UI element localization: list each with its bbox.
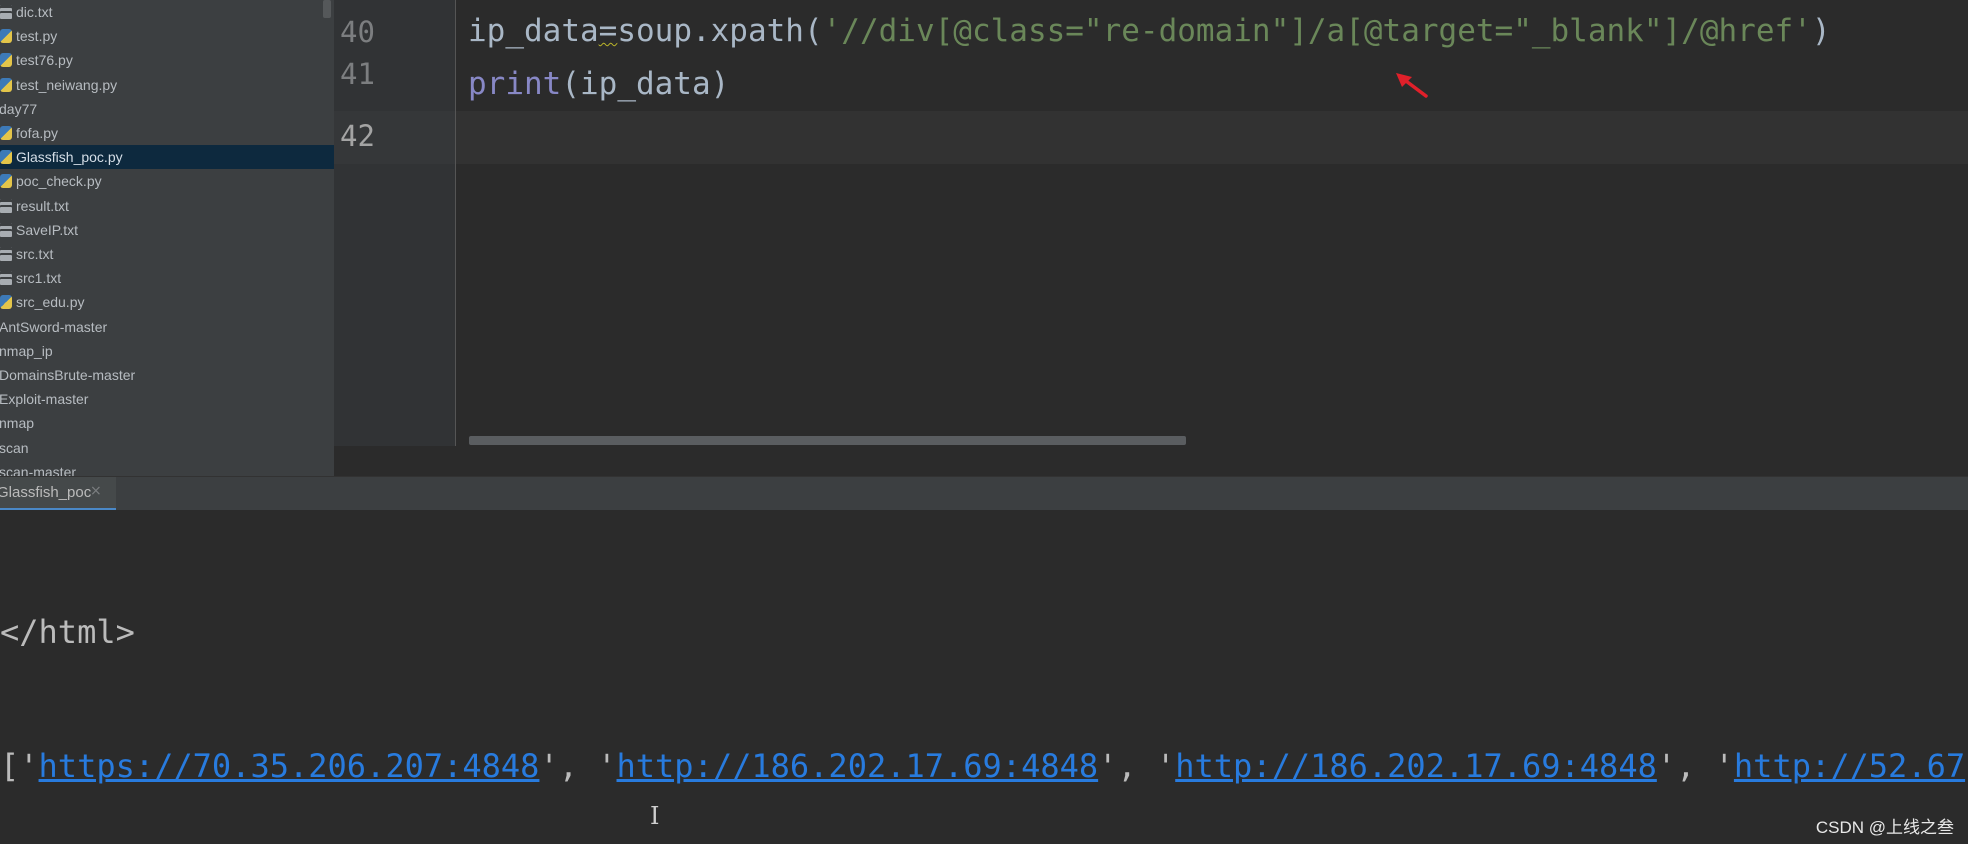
tree-item-label: result.txt [16,197,69,214]
tree-item-label: Exploit-master [0,391,89,408]
console-link[interactable]: http://186.202.17.69:4848 [617,747,1099,785]
code-line-41[interactable]: print(ip_data) [468,58,729,110]
watermark: CSDN @上线之叁 [1815,818,1954,837]
tree-item[interactable]: AntSword-master [0,315,334,339]
tree-item[interactable]: SaveIP.txt [0,218,334,242]
tree-item[interactable]: result.txt [0,194,334,218]
code-editor: 40 41 42 ip_data=soup.xpath('//div[@clas… [334,0,1968,476]
tree-item-label: src_edu.py [16,294,85,311]
tree-item[interactable]: poc_check.py [0,169,334,193]
line-number-41: 41 [340,57,375,91]
project-tree: dic.txt test.py test76.py test_neiwang.pyda… [0,0,334,476]
tree-item[interactable]: nmap [0,411,334,435]
txt-icon [0,271,12,286]
tree-item[interactable]: scan-master [0,460,334,476]
tree-item[interactable]: DomainsBrute-master [0,363,334,387]
run-console[interactable]: </html> ['https://70.35.206.207:4848', '… [0,510,1968,844]
code-line-40[interactable]: ip_data=soup.xpath('//div[@class="re-dom… [468,5,1830,57]
tree-item[interactable]: fofa.py [0,121,334,145]
tree-item[interactable]: Exploit-master [0,387,334,411]
sidebar-scrollbar[interactable] [323,0,331,18]
tree-item[interactable]: dic.txt [0,0,334,24]
code-token-operator: = [598,13,618,49]
code-token-string: '//div[@class="re-domain"]/a[@target="_b… [822,13,1812,49]
run-toolwindow-header: Glassfish_poc × [0,476,1968,511]
red-arrow-icon [1396,73,1428,98]
txt-icon [0,198,12,213]
console-output-line: </html> [0,613,135,651]
txt-icon [0,5,12,19]
tree-item[interactable]: test.py [0,24,334,48]
python-file-icon [0,126,12,140]
close-icon[interactable]: × [90,483,102,499]
tree-item-label: test.py [16,28,58,45]
code-token-call: soup.xpath( [617,13,823,49]
line-number-42: 42 [340,119,375,153]
python-file-icon [0,77,12,92]
tree-item[interactable]: day77 [0,97,334,121]
tree-item-label: DomainsBrute-master [0,367,136,383]
tree-item[interactable]: scan [0,436,334,460]
tree-item-label: test_neiwang.py [16,76,118,93]
tree-item-label: Glassfish_poc.py [16,149,123,166]
current-line-highlight [456,111,1968,164]
tree-item-label: poc_check.py [16,173,102,190]
tree-item-label: src.txt [16,246,54,262]
tab-run-glassfish-poc[interactable]: Glassfish_poc × [0,477,116,511]
code-token-builtin: print [468,66,562,102]
tree-item[interactable]: src.txt [0,242,334,266]
python-file-icon [0,295,12,310]
code-token-paren: ) [1811,13,1831,49]
tree-item[interactable]: nmap_ip [0,339,334,363]
console-link[interactable]: https://70.35.206.207:4848 [39,747,540,785]
python-file-icon [0,174,12,189]
tree-item[interactable]: Glassfish_poc.py [0,145,334,170]
txt-icon [0,247,12,261]
code-token-variable: ip_data [468,13,599,49]
tree-item-label: SaveIP.txt [16,221,79,238]
tree-item-label: dic.txt [16,4,53,20]
code-token-args: (ip_data) [561,66,730,102]
console-link[interactable]: http://186.202.17.69:4848 [1175,747,1657,785]
tree-item-label: nmap_ip [0,342,53,359]
run-tab-label: Glassfish_poc [0,484,92,501]
tree-item[interactable]: test_neiwang.py [0,73,334,97]
python-file-icon [0,53,12,68]
python-file-icon [0,150,12,165]
tree-item-label: scan [0,439,29,456]
tree-item-label: day77 [0,100,38,117]
console-output-list: ['https://70.35.206.207:4848', 'http://1… [0,747,1966,785]
tree-item-label: AntSword-master [0,318,108,335]
tree-item[interactable]: test76.py [0,48,334,72]
tree-item[interactable]: src1.txt [0,266,334,290]
tree-item[interactable]: src_edu.py [0,290,334,314]
txt-icon [0,222,12,237]
tree-item-label: fofa.py [16,125,59,141]
tree-item-label: scan-master [0,463,77,476]
console-link[interactable]: http://52.67 [1734,747,1965,785]
text-cursor-icon: I [650,802,660,830]
python-file-icon [0,29,12,44]
tree-item-label: src1.txt [16,270,62,287]
tree-item-label: nmap [0,415,35,432]
horizontal-scrollbar[interactable] [469,436,1186,445]
tree-item-label: test76.py [16,52,73,69]
